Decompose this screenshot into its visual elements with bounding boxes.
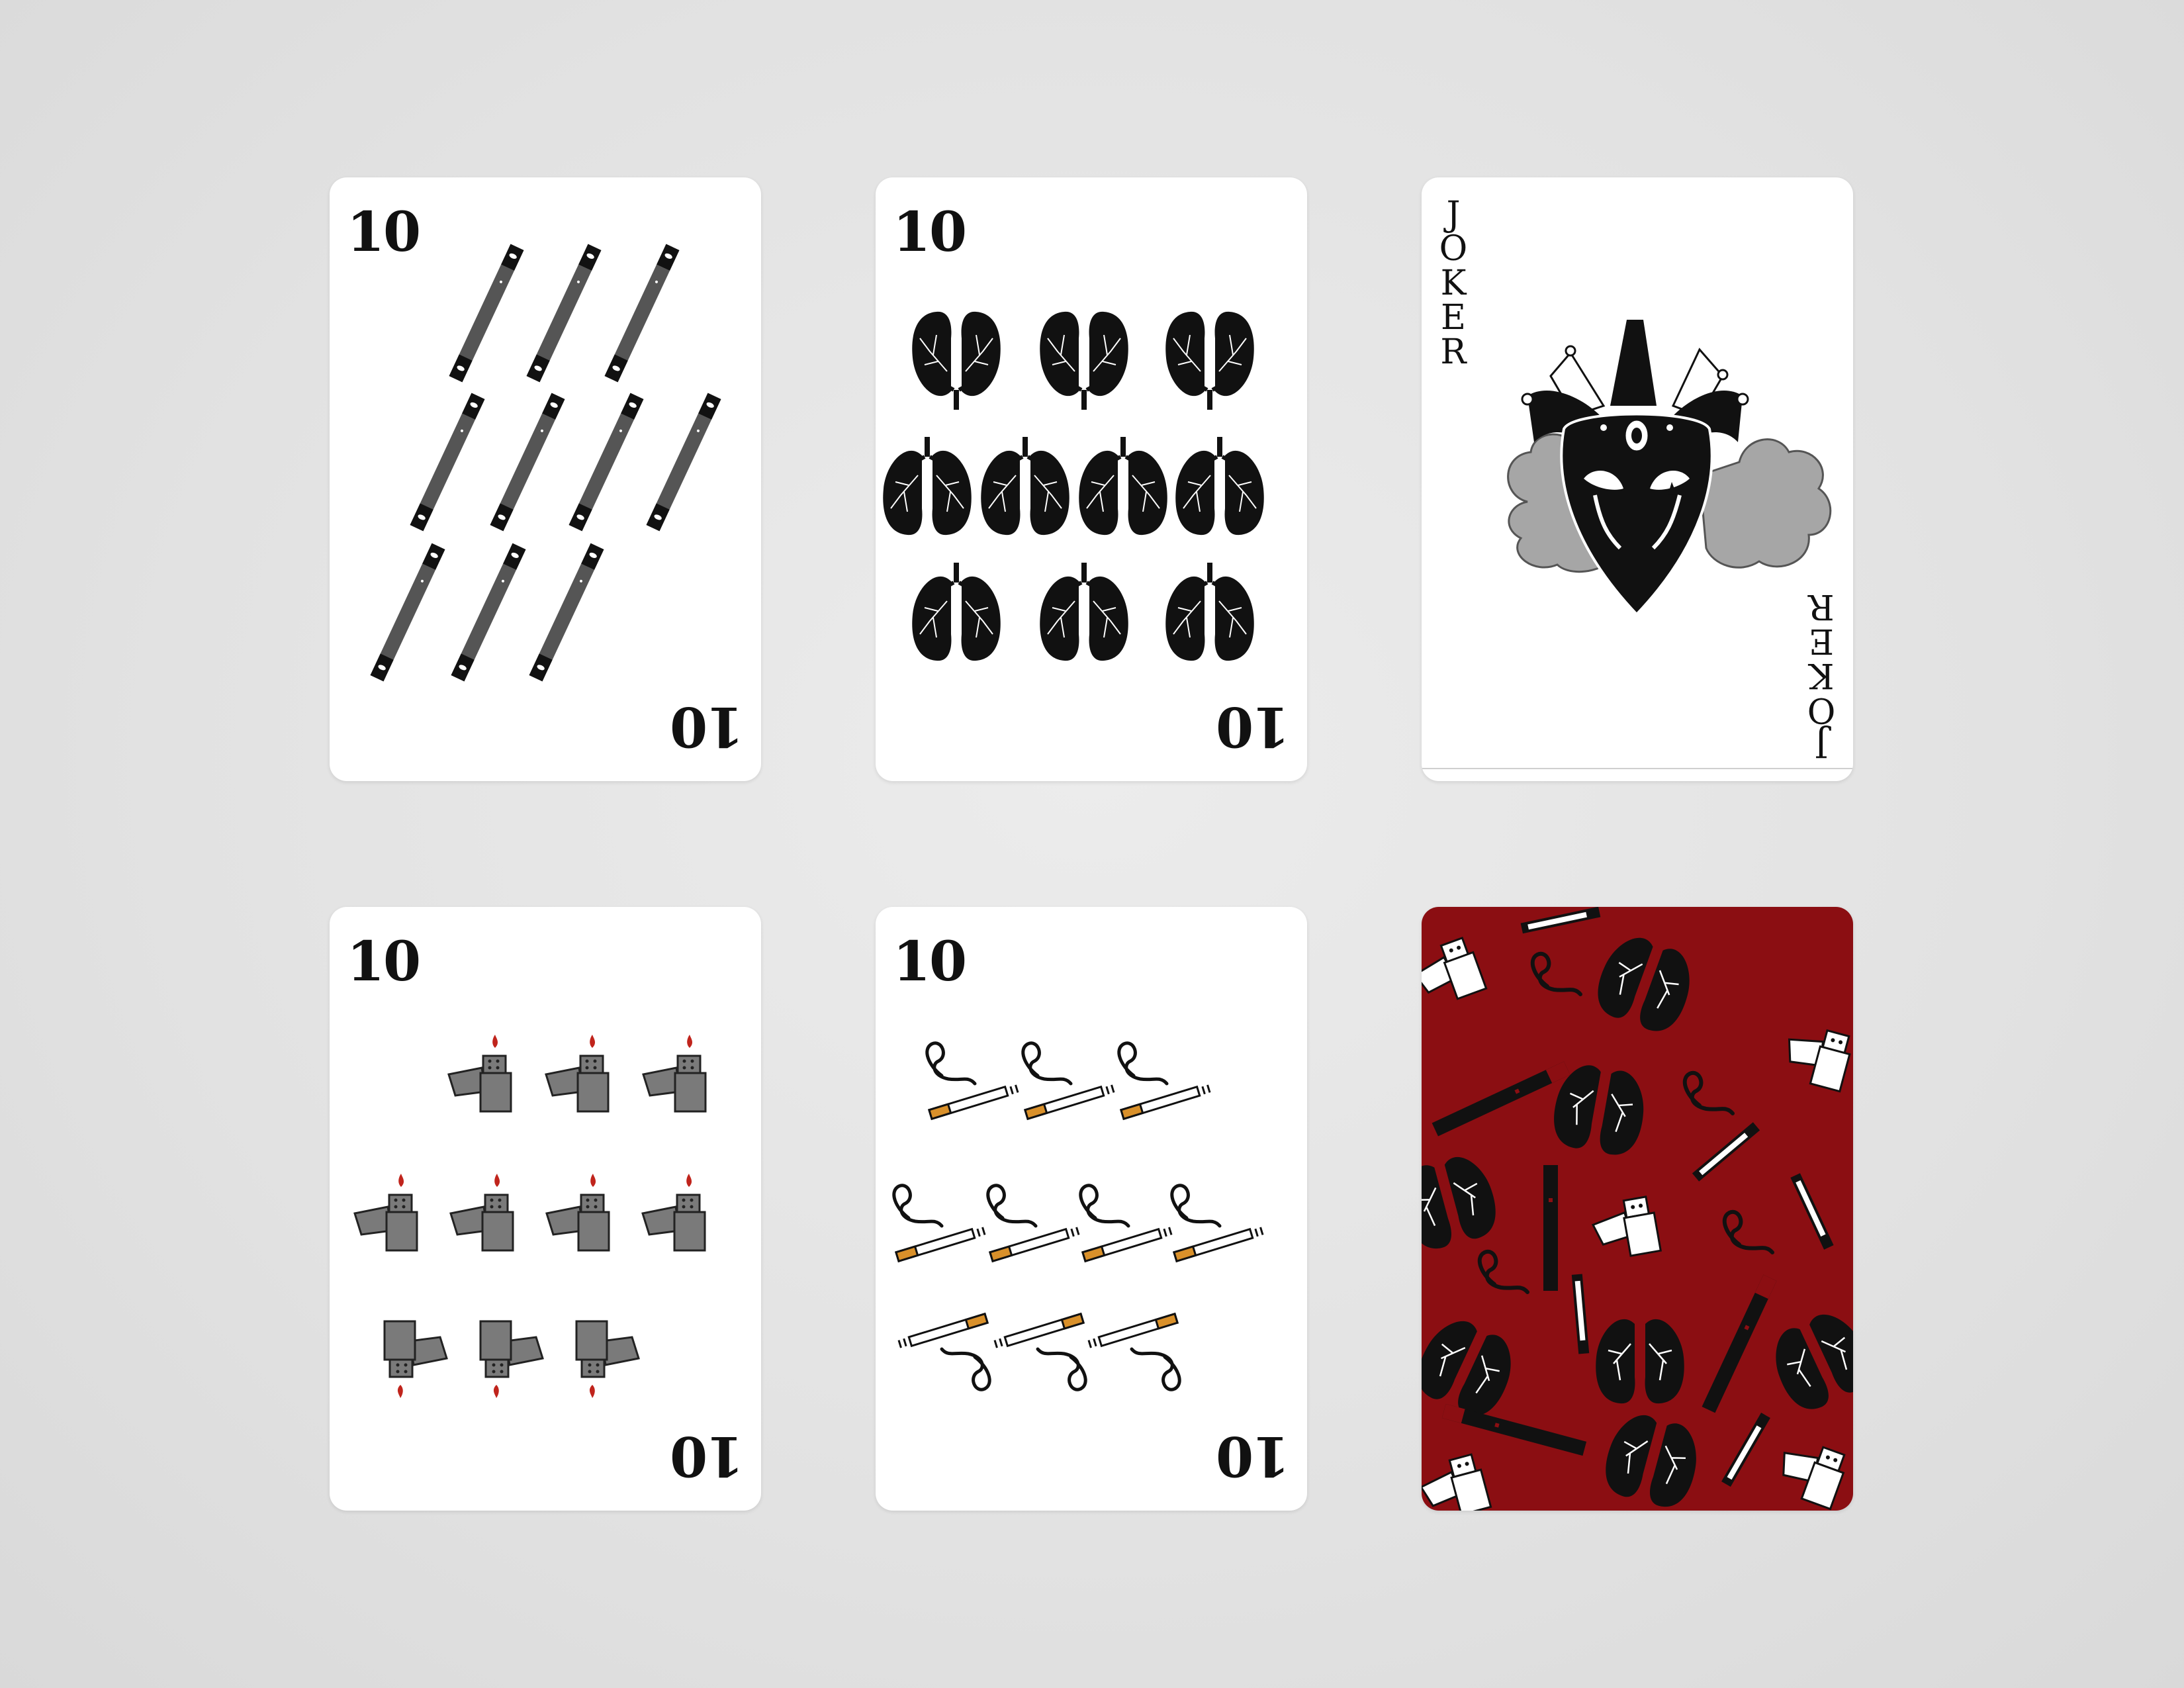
card-back[interactable] (1422, 907, 1853, 1511)
cigarette-icon (927, 1043, 1018, 1119)
smoke-icon (1685, 1073, 1733, 1113)
lungs-icon (1040, 563, 1128, 661)
cigarette-icon (1119, 1043, 1210, 1119)
pip-field (353, 1033, 707, 1399)
lungs-icon (1165, 563, 1254, 661)
cigarette-icon (1023, 1043, 1114, 1119)
lighter-icon (1588, 1194, 1662, 1262)
card-ten-lungs[interactable]: 10 10 (876, 177, 1307, 781)
vape-pod-icon (1441, 1403, 1587, 1456)
lighter-icon (575, 1320, 640, 1399)
pip-field (370, 244, 721, 682)
cigarette-icon (988, 1186, 1079, 1261)
lungs-icon (1079, 437, 1167, 535)
smoke-icon (1533, 954, 1580, 994)
lungs-icon (1422, 1149, 1504, 1256)
jester-mask-icon (1507, 320, 1832, 616)
vape-pod-icon (1432, 1061, 1570, 1137)
lungs-icon (1422, 1309, 1525, 1426)
lighter-icon (1422, 935, 1488, 1011)
vape-pod-icon (451, 543, 526, 682)
cigarette-icon (1721, 1413, 1770, 1487)
card-ten-lighters[interactable]: 10 10 (330, 907, 761, 1511)
vape-pod-icon (529, 543, 604, 682)
vape-pod-icon (370, 543, 445, 682)
vape-pod-icon (410, 393, 485, 532)
vape-pod-icon (569, 393, 644, 532)
lungs-icon (981, 437, 1069, 535)
cigarette-icon (1172, 1186, 1263, 1261)
cigarette-icon (995, 1314, 1085, 1389)
cigarette-icon (894, 1186, 985, 1261)
card-back-pattern (1422, 907, 1853, 1511)
lungs-icon (1762, 1303, 1853, 1419)
lungs-icon (912, 312, 1001, 410)
vape-pod-icon (604, 244, 680, 383)
lungs-icon (1588, 928, 1702, 1039)
lungs-icon (1598, 1407, 1707, 1511)
card-edge-line (1422, 768, 1853, 769)
lungs-icon (1175, 437, 1264, 535)
cigarette-icon (1692, 1122, 1760, 1182)
cigarette-icon (1089, 1314, 1179, 1389)
card-rank-bottom: 10 (670, 694, 744, 758)
cigarette-icon (1790, 1173, 1834, 1250)
smoke-icon (1480, 1252, 1527, 1292)
lighter-icon (479, 1320, 544, 1399)
card-rank-bottom: 10 (670, 1424, 744, 1487)
pip-field (876, 907, 1307, 1511)
lighter-icon (449, 1172, 514, 1252)
lighter-icon (1770, 1434, 1850, 1511)
vape-pod-icon (449, 244, 524, 383)
card-ten-vape-pods[interactable]: 10 10 (330, 177, 761, 781)
cigarette-icon (1081, 1186, 1171, 1261)
lighter-icon (353, 1172, 418, 1252)
lighter-icon (1422, 1452, 1492, 1511)
vape-pod-icon (646, 393, 721, 532)
cigarette-icon (899, 1314, 989, 1389)
lighter-icon (545, 1172, 610, 1252)
vape-pod-icon (490, 393, 565, 532)
lighter-icon (641, 1172, 706, 1252)
lighter-icon (447, 1033, 512, 1113)
vape-pod-icon (1702, 1274, 1777, 1413)
lighter-icon (1778, 1020, 1853, 1093)
lighter-icon (545, 1033, 610, 1113)
card-joker[interactable]: JOKER JOKER (1422, 177, 1853, 781)
lungs-icon (883, 437, 972, 535)
lungs-icon (1040, 312, 1128, 410)
card-rank-bottom: 10 (1216, 694, 1290, 758)
cigarette-icon (1520, 907, 1601, 934)
lighter-icon (642, 1033, 707, 1113)
lungs-icon (1595, 1318, 1685, 1405)
card-rank-bottom: JOKER (1807, 586, 1836, 764)
card-rank-bottom: 10 (1216, 1424, 1290, 1487)
lighter-icon (383, 1320, 448, 1399)
vape-pod-icon (526, 244, 602, 383)
lungs-icon (1165, 312, 1254, 410)
cigarette-icon (1571, 1274, 1590, 1354)
vape-pod-icon (1543, 1145, 1558, 1291)
pip-field (876, 177, 1307, 781)
smoke-icon (1725, 1212, 1772, 1252)
card-ten-cigarettes[interactable]: 10 10 (876, 907, 1307, 1511)
lungs-icon (912, 563, 1001, 661)
